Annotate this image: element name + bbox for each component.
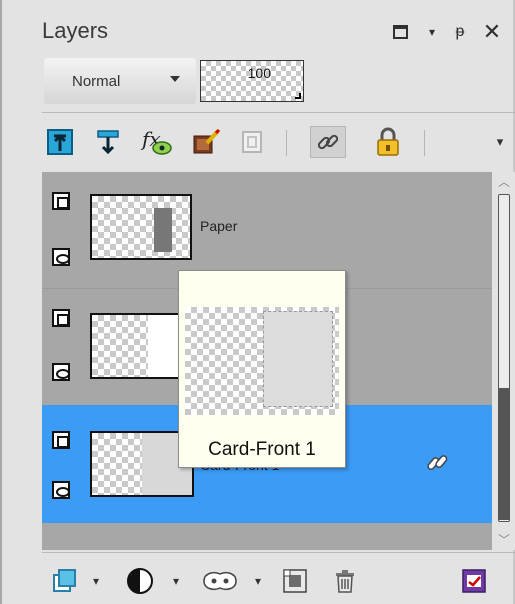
- scroll-up-arrow-icon[interactable]: ︿: [496, 174, 512, 189]
- mask-chevron-down-icon[interactable]: ▾: [252, 566, 264, 596]
- layer-preview-tooltip: Card-Front 1: [178, 270, 346, 468]
- new-layer-chevron-down-icon[interactable]: ▾: [90, 566, 102, 596]
- layer-type-icon: [52, 309, 70, 327]
- layer-mask-disabled-icon[interactable]: [236, 126, 268, 158]
- delete-layer-trash-icon[interactable]: [330, 566, 360, 596]
- scroll-down-arrow-icon[interactable]: ﹀: [496, 532, 512, 547]
- layers-panel: Layers ▾ ᵽ ✕ Normal 100 fx ▾ Paper ︿ ﹀ C…: [0, 0, 515, 604]
- layer-name: Paper: [200, 218, 238, 234]
- layer-type-icon: [52, 431, 70, 449]
- panel-title: Layers: [42, 18, 109, 43]
- scroll-thumb[interactable]: [498, 388, 510, 520]
- layer-thumbnail: [90, 194, 192, 260]
- link-toggle-icon[interactable]: [310, 126, 346, 158]
- divider: [42, 552, 515, 553]
- lock-icon[interactable]: [372, 126, 404, 158]
- group-layer-icon[interactable]: [278, 566, 312, 596]
- adjustment-layer-icon[interactable]: [122, 566, 158, 596]
- visibility-eye-icon[interactable]: [52, 481, 70, 499]
- blend-mode-value: Normal: [72, 72, 121, 90]
- tooltip-label: Card-Front 1: [208, 439, 316, 460]
- properties-icon[interactable]: [458, 566, 490, 596]
- bottom-toolbar: ▾ ▾ ▾: [42, 556, 515, 604]
- divider: [42, 112, 515, 113]
- layer-type-icon: [52, 192, 70, 210]
- pin-icon[interactable]: ᵽ: [448, 18, 472, 46]
- visibility-eye-icon[interactable]: [52, 248, 70, 266]
- layer-effects-fx-eye-icon[interactable]: fx: [140, 126, 172, 158]
- close-icon[interactable]: ✕: [480, 18, 504, 46]
- maximize-icon[interactable]: [388, 18, 412, 46]
- new-layer-icon[interactable]: [48, 566, 80, 596]
- tooltip-thumbnail: [185, 307, 339, 415]
- panel-menu-chevron-down-icon[interactable]: ▾: [420, 18, 444, 46]
- opacity-field[interactable]: 100: [200, 60, 304, 102]
- move-layer-up-icon[interactable]: [44, 126, 76, 158]
- move-layer-down-icon[interactable]: [92, 126, 124, 158]
- layer-style-brush-icon[interactable]: [190, 126, 222, 158]
- visibility-eye-icon[interactable]: [52, 363, 70, 381]
- layer-toolbar: fx ▾: [42, 118, 515, 166]
- resize-grip-icon: [295, 93, 301, 99]
- opacity-value: 100: [247, 65, 271, 81]
- toolbar-more-chevron-down-icon[interactable]: ▾: [484, 126, 515, 158]
- toolbar-separator: [424, 130, 425, 156]
- panel-titlebar: Layers ▾ ᵽ ✕: [2, 0, 515, 56]
- layers-scrollbar[interactable]: ︿ ﹀: [492, 172, 515, 550]
- layer-thumbnail: [90, 313, 192, 379]
- tooltip-card-preview: [263, 311, 333, 407]
- link-icon[interactable]: [424, 449, 452, 477]
- blend-mode-dropdown[interactable]: Normal: [44, 58, 196, 104]
- chevron-down-icon: [170, 76, 180, 82]
- mask-layer-icon[interactable]: [198, 566, 242, 596]
- toolbar-separator: [286, 130, 287, 156]
- adjustment-chevron-down-icon[interactable]: ▾: [170, 566, 182, 596]
